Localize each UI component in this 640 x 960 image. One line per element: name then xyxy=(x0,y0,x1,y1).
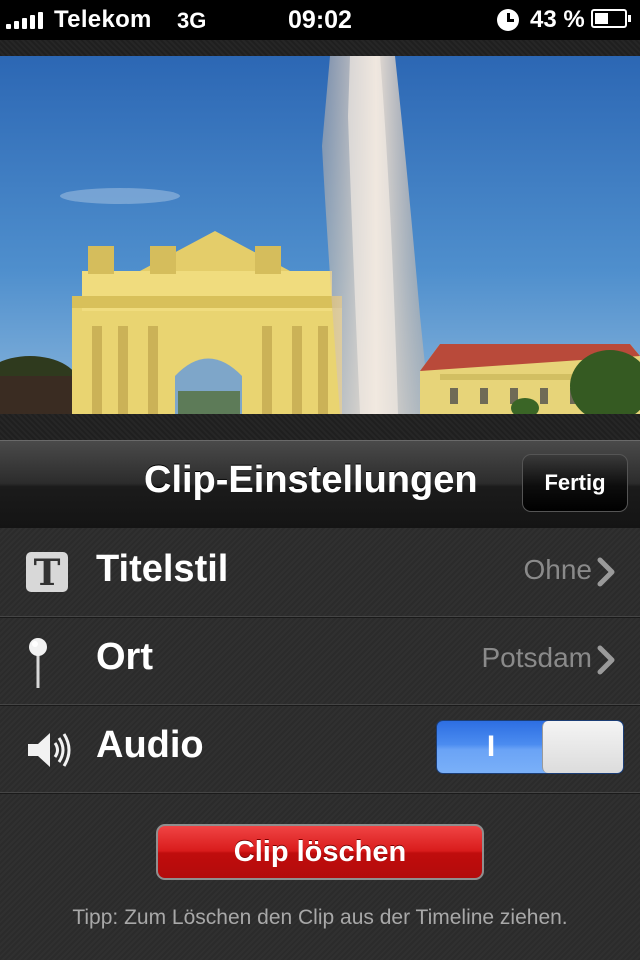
page-title: Clip-Einstellungen xyxy=(144,459,478,501)
delete-clip-button[interactable]: Clip löschen xyxy=(156,824,484,880)
speaker-icon xyxy=(28,733,71,767)
audio-row: Audio I xyxy=(0,704,640,793)
title-style-row[interactable]: T Titelstil Ohne xyxy=(0,528,640,617)
battery-percentage: 43 % xyxy=(530,6,585,33)
video-preview-image xyxy=(0,56,640,414)
alarm-clock-icon xyxy=(497,9,519,31)
done-button[interactable]: Fertig xyxy=(522,454,628,512)
chevron-right-icon xyxy=(597,645,615,675)
toggle-on-label: I xyxy=(486,730,496,763)
delete-hint: Tipp: Zum Löschen den Clip aus der Timel… xyxy=(72,906,568,929)
pin-icon xyxy=(29,638,47,688)
settings-list: T Titelstil Ohne Ort Potsdam Audio I xyxy=(0,528,640,960)
audio-label: Audio xyxy=(96,724,204,766)
location-row[interactable]: Ort Potsdam xyxy=(0,616,640,705)
battery-icon xyxy=(591,9,631,28)
chevron-right-icon xyxy=(597,557,615,587)
text-t-icon: T xyxy=(26,552,68,594)
location-label: Ort xyxy=(96,636,153,678)
preview-divider xyxy=(0,414,640,440)
title-style-value: Ohne xyxy=(523,554,593,585)
audio-toggle[interactable]: I xyxy=(436,720,624,774)
title-style-label: Titelstil xyxy=(96,548,229,590)
location-value: Potsdam xyxy=(481,642,593,673)
video-preview[interactable] xyxy=(0,56,640,414)
status-bar: Telekom 3G 09:02 43 % xyxy=(0,0,640,40)
toggle-knob[interactable] xyxy=(542,721,623,773)
top-divider xyxy=(0,40,640,56)
